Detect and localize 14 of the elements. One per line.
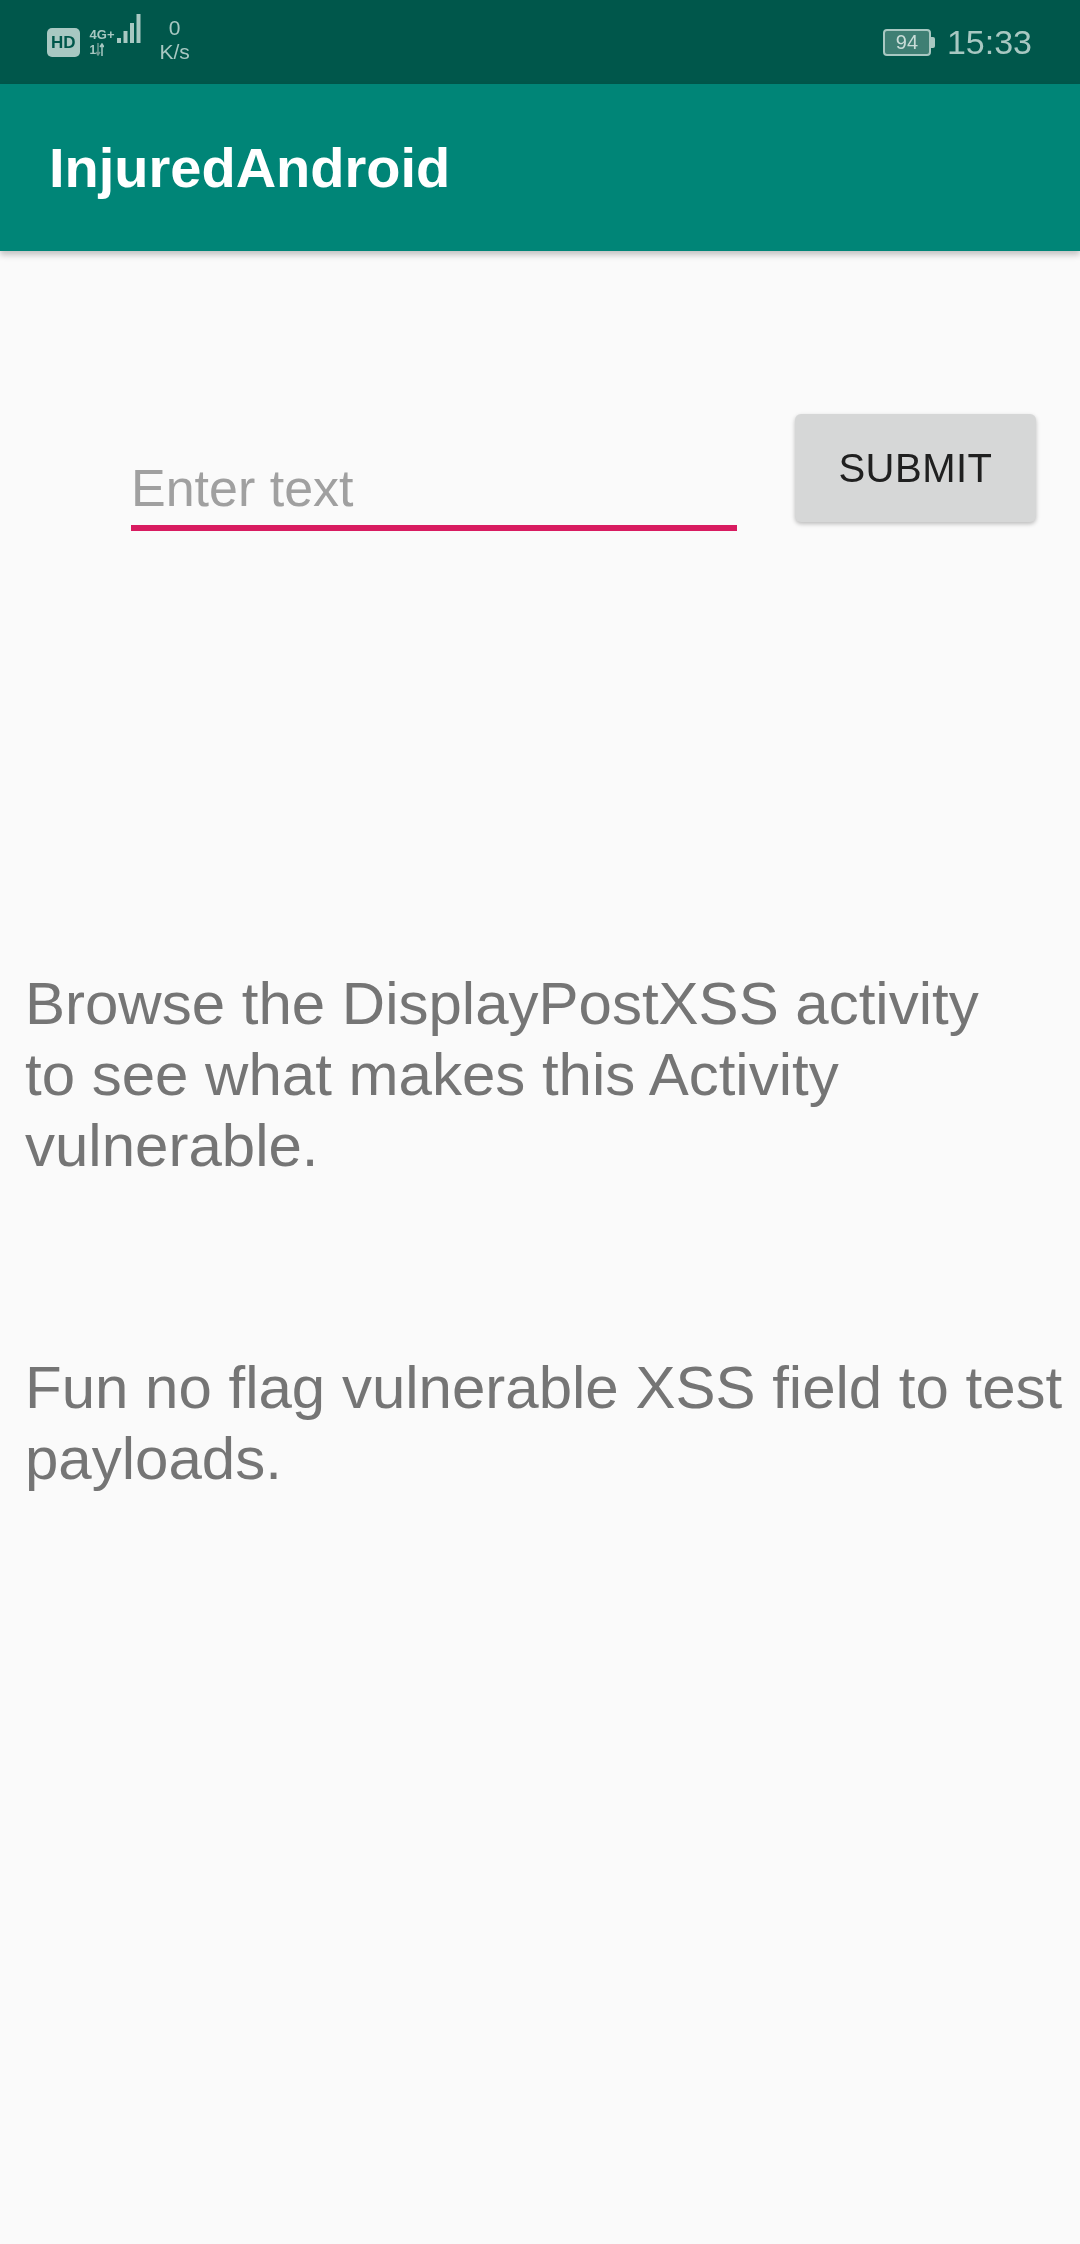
hd-badge: HD [47,27,80,57]
submit-button[interactable]: SUBMIT [795,414,1036,522]
net-speed-value: 0 [168,16,181,40]
app-title: InjuredAndroid [49,134,451,201]
sim-number: 1 [89,42,97,57]
data-arrows-icon [96,43,105,56]
net-speed-unit: K/s [159,40,190,64]
clock-time: 15:33 [946,22,1032,62]
text-input[interactable]: Enter text [131,440,737,531]
hint-paragraph: Browse the DisplayPostXSS activity to see what makes this Activity vulnerable. [25,969,980,1181]
hint-paragraph: Fun no flag vulnerable XSS field to test payloads. [25,1353,1064,1494]
battery-indicator: 94 [882,28,935,56]
network-type: 4G+ [89,27,115,42]
signal-bars-icon [116,14,141,43]
